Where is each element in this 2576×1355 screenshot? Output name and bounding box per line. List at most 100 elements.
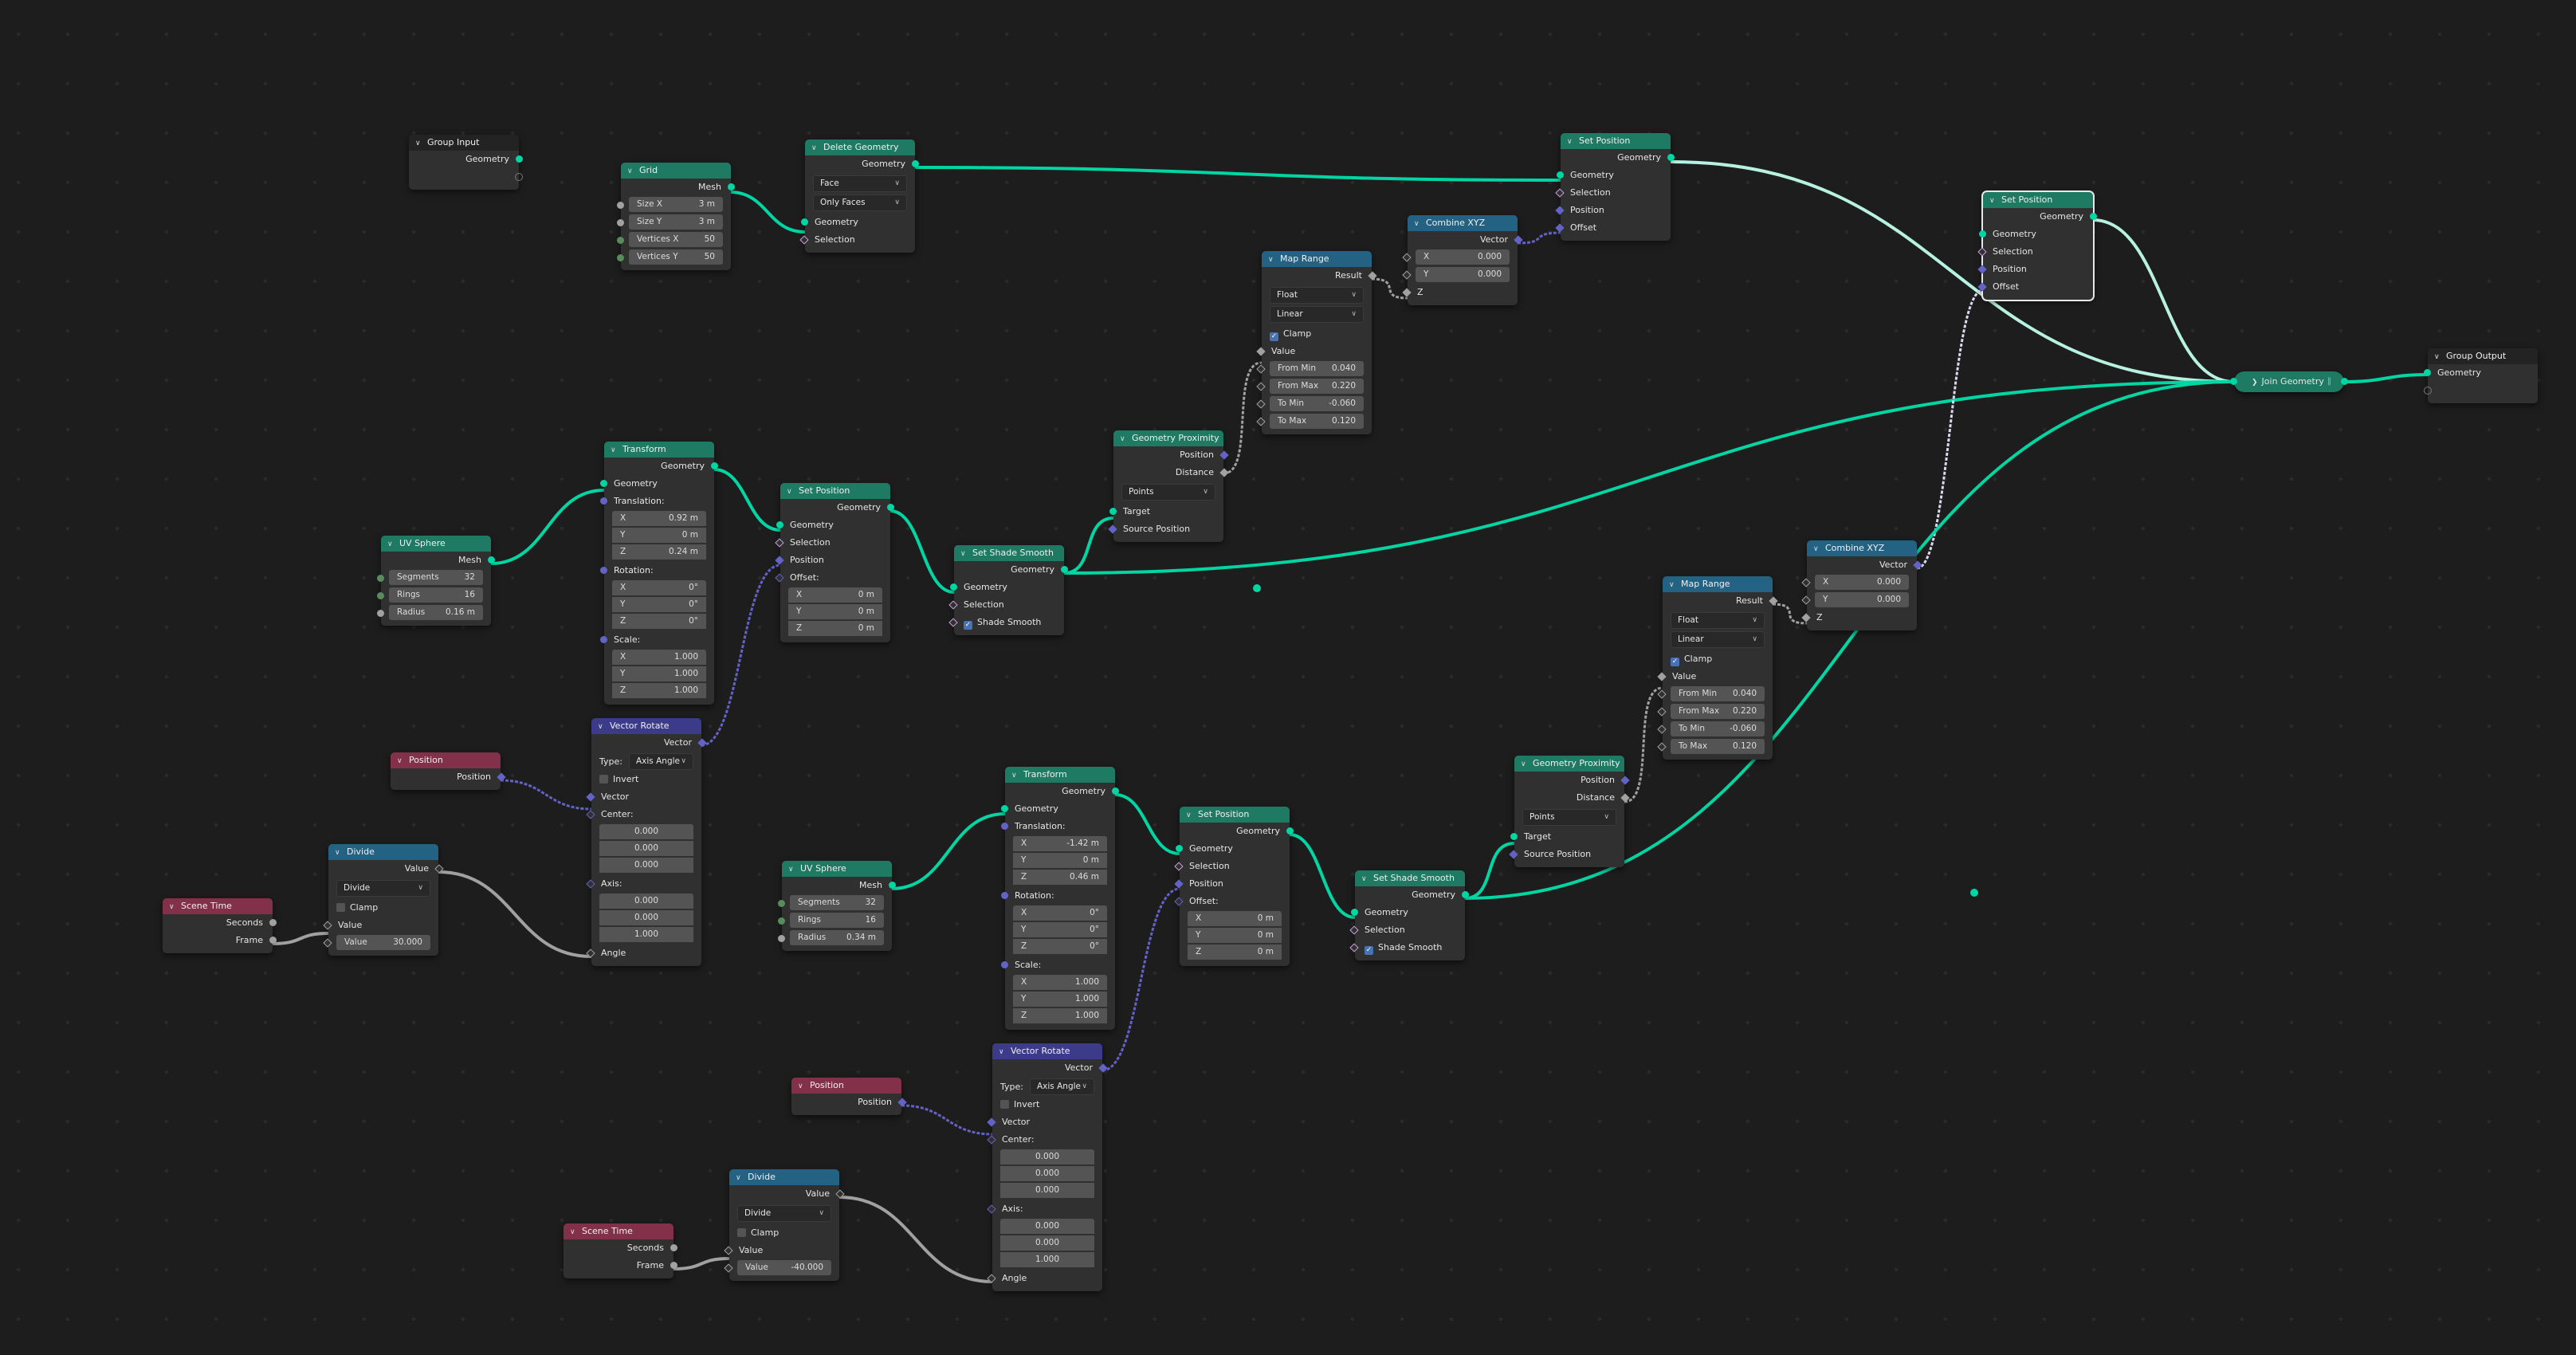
- target-element-dropdown[interactable]: Points ∨: [1121, 484, 1215, 501]
- input-field-translation-y[interactable]: Y0 m: [1013, 853, 1107, 868]
- input-field-translation-x[interactable]: X 0.92 m: [612, 511, 706, 526]
- input-field-rotation-x[interactable]: X 0°: [1013, 905, 1107, 921]
- input-field-scale-x[interactable]: X 1.000: [612, 650, 706, 665]
- input-field-translation-z[interactable]: Z 0.46 m: [1013, 870, 1107, 885]
- node-header[interactable]: ∨ Map Range: [1262, 251, 1372, 267]
- node-header[interactable]: ∨ Transform: [604, 442, 714, 458]
- input-field-center-x[interactable]: 0.000: [599, 824, 693, 839]
- input-field-scale-y[interactable]: Y 1.000: [612, 666, 706, 681]
- collapse-chevron-icon[interactable]: ∨: [611, 442, 618, 458]
- input-field-scale-y[interactable]: Y 1.000: [1013, 992, 1107, 1007]
- node-header[interactable]: ∨ Geometry Proximity: [1113, 430, 1223, 446]
- output-socket-geometry[interactable]: [711, 462, 718, 469]
- node-header[interactable]: ∨ Position: [791, 1078, 901, 1094]
- output-socket-geometry[interactable]: [1112, 787, 1119, 795]
- output-socket-geometry[interactable]: [2341, 378, 2348, 385]
- output-socket-geometry[interactable]: [2090, 213, 2097, 220]
- data-type-dropdown[interactable]: Float ∨: [1270, 287, 1364, 304]
- invert-checkbox-row[interactable]: Invert: [992, 1096, 1102, 1113]
- input-field-center-y[interactable]: 0.000: [599, 841, 693, 856]
- input-socket-geometry[interactable]: [801, 218, 808, 226]
- input-field-radius[interactable]: Radius 0.16 m: [389, 605, 483, 620]
- clamp-checkbox-row[interactable]: ✓ Clamp: [1663, 650, 1773, 668]
- input-socket-geometry[interactable]: [776, 521, 783, 528]
- input-field-radius[interactable]: Radius 0.34 m: [790, 930, 884, 945]
- input-field-size-x[interactable]: Size X3 m: [629, 197, 723, 212]
- invert-checkbox-row[interactable]: Invert: [591, 771, 701, 788]
- input-socket-rotation[interactable]: [600, 567, 607, 574]
- node-header[interactable]: ∨ UV Sphere: [381, 536, 491, 552]
- node-header[interactable]: ∨ Position: [391, 752, 501, 768]
- node-transform-2[interactable]: ∨ Transform Geometry Geometry Translation…: [1001, 767, 1119, 1030]
- input-field-from-max[interactable]: From Max 0.220: [1270, 379, 1364, 394]
- node-header[interactable]: ∨ Vector Rotate: [591, 718, 701, 734]
- input-socket-geometry[interactable]: [2424, 369, 2431, 376]
- collapse-chevron-icon[interactable]: ∨: [1521, 756, 1529, 772]
- node-divide-2[interactable]: ∨ Divide Value Divide ∨ Clamp Value Value -…: [724, 1169, 845, 1281]
- input-field-axis-y[interactable]: 0.000: [599, 910, 693, 925]
- input-field-offset-x[interactable]: X0 m: [1188, 911, 1282, 926]
- invert-checkbox[interactable]: [1000, 1100, 1009, 1109]
- node-header[interactable]: ∨ Set Shade Smooth: [1355, 870, 1465, 886]
- node-map-range-2[interactable]: ∨ Map Range Result Float ∨ Linear ∨ ✓ Clamp …: [1657, 576, 1778, 760]
- input-socket-geometry[interactable]: [1351, 909, 1358, 916]
- node-header[interactable]: ∨ Map Range: [1663, 576, 1773, 592]
- input-field-offset-x[interactable]: X0 m: [788, 587, 882, 603]
- clamp-checkbox-row[interactable]: Clamp: [328, 899, 438, 917]
- node-divide-1[interactable]: ∨ Divide Value Divide ∨ Clamp Value Value 3…: [323, 844, 444, 956]
- input-field-from-min[interactable]: From Min 0.040: [1270, 361, 1364, 376]
- input-field-scale-x[interactable]: X 1.000: [1013, 975, 1107, 990]
- node-header[interactable]: ∨ Vector Rotate: [992, 1043, 1102, 1059]
- output-socket-geometry[interactable]: [1061, 566, 1068, 573]
- rotation-type-dropdown[interactable]: Axis Angle ∨: [1029, 1078, 1094, 1095]
- input-field-offset-y[interactable]: Y0 m: [1188, 928, 1282, 943]
- node-header[interactable]: ∨ Scene Time: [564, 1223, 673, 1239]
- input-field-scale-z[interactable]: Z 1.000: [612, 683, 706, 698]
- input-field-divisor[interactable]: Value 30.000: [336, 935, 430, 950]
- collapse-chevron-icon[interactable]: ∨: [1567, 134, 1575, 149]
- output-socket-frame[interactable]: [269, 937, 277, 944]
- input-socket-geometry[interactable]: [1979, 230, 1986, 238]
- node-vector-rotate-1[interactable]: ∨ Vector Rotate Vector Type: Axis Angle ∨ I…: [586, 718, 707, 966]
- node-group-output[interactable]: ∨ Group Output Geometry: [2424, 348, 2538, 403]
- input-field-offset-y[interactable]: Y0 m: [788, 604, 882, 619]
- node-combine-xyz-2[interactable]: ∨ Combine XYZ Vector X 0.000 Y 0.000 Z: [1801, 540, 1922, 630]
- node-header[interactable]: ∨ Combine XYZ: [1408, 215, 1518, 231]
- collapse-chevron-icon[interactable]: ∨: [1989, 193, 1997, 208]
- shade-smooth-checkbox[interactable]: ✓: [1365, 946, 1373, 955]
- input-field-offset-z[interactable]: Z0 m: [788, 621, 882, 636]
- node-group-input[interactable]: ∨ Group Input Geometry: [409, 135, 523, 190]
- collapse-chevron-icon[interactable]: ∨: [397, 753, 405, 768]
- expand-chevron-icon[interactable]: ❯: [2252, 379, 2258, 387]
- node-delete-geometry[interactable]: ∨ Delete Geometry Geometry Face ∨ Only Fac…: [799, 139, 919, 253]
- input-field-translation-y[interactable]: Y0 m: [612, 528, 706, 543]
- target-element-dropdown[interactable]: Points ∨: [1522, 809, 1616, 826]
- collapse-chevron-icon[interactable]: ∨: [598, 719, 606, 734]
- node-join-geometry[interactable]: ❯ Join Geometry ‖: [2230, 371, 2348, 392]
- input-socket-rotation[interactable]: [1001, 892, 1008, 899]
- input-field-size-y[interactable]: Size Y3 m: [629, 214, 723, 230]
- input-field-axis-y[interactable]: 0.000: [1000, 1235, 1094, 1251]
- node-header[interactable]: ∨ Delete Geometry: [805, 139, 915, 155]
- output-socket-mesh[interactable]: [889, 882, 896, 889]
- node-set-position-2[interactable]: ∨ Set Position Geometry Geometry Selectio…: [1174, 807, 1294, 966]
- node-header[interactable]: ∨ Set Position: [780, 483, 890, 499]
- input-field-from-min[interactable]: From Min 0.040: [1671, 686, 1765, 701]
- input-socket[interactable]: [617, 254, 624, 261]
- input-socket[interactable]: [377, 575, 384, 582]
- clamp-checkbox[interactable]: ✓: [1671, 658, 1679, 666]
- input-socket[interactable]: [778, 917, 785, 925]
- input-socket[interactable]: [617, 219, 624, 226]
- collapse-chevron-icon[interactable]: ∨: [736, 1170, 744, 1185]
- input-field-segments[interactable]: Segments 32: [389, 570, 483, 585]
- input-field-translation-z[interactable]: Z 0.24 m: [612, 544, 706, 560]
- node-header[interactable]: ∨ Transform: [1005, 767, 1115, 783]
- input-field-center-z[interactable]: 0.000: [599, 858, 693, 873]
- operation-dropdown[interactable]: Divide ∨: [737, 1205, 831, 1222]
- input-socket-geometry[interactable]: [1176, 845, 1183, 852]
- input-field-scale-z[interactable]: Z 1.000: [1013, 1008, 1107, 1023]
- node-header[interactable]: ∨ Set Shade Smooth: [954, 545, 1064, 561]
- invert-checkbox[interactable]: [599, 775, 608, 784]
- input-field-rotation-z[interactable]: Z 0°: [612, 614, 706, 629]
- input-field-vertices-x[interactable]: Vertices X 50: [629, 232, 723, 247]
